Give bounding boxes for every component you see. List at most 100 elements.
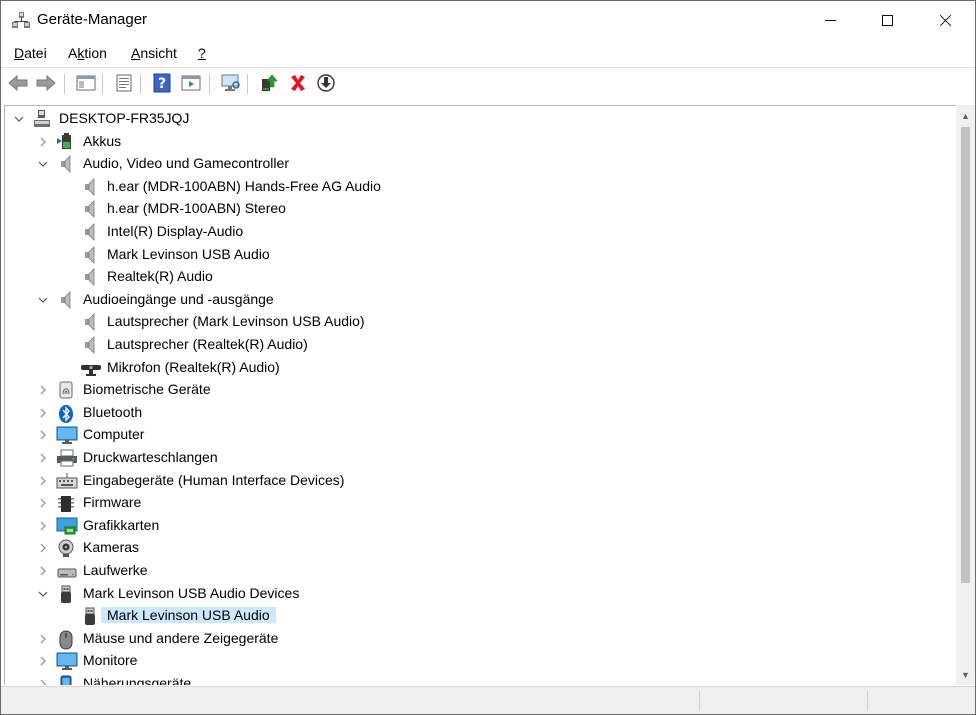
update-driver-icon [259,73,279,96]
speaker-icon [56,290,76,309]
tree-device-item[interactable]: h.ear (MDR-100ABN) Hands-Free AG Audio [5,176,955,198]
tree-category-item[interactable]: Bluetooth [5,402,955,424]
tree-category-item[interactable]: Eingabegeräte (Human Interface Devices) [5,470,955,492]
tree-category-item[interactable]: Kameras [5,537,955,559]
tree-root-item[interactable]: DESKTOP-FR35JQJ [5,108,955,130]
chevron-down-icon[interactable] [37,158,49,170]
tree-category-item[interactable]: Monitore [5,650,955,672]
tree-item-label: Realtek(R) Audio [107,268,213,285]
tree-item-label: DESKTOP-FR35JQJ [59,110,190,126]
tree-category-item[interactable]: Druckwarteschlangen [5,447,955,469]
status-bar [1,686,975,714]
status-divider [867,691,868,711]
usb-icon [80,607,100,626]
disable-device-button[interactable] [314,73,338,95]
keyboard-icon [56,472,78,490]
chevron-right-icon[interactable] [37,136,49,148]
tree-category-item[interactable]: Mark Levinson USB Audio Devices [5,583,955,605]
help-button[interactable]: ? [150,73,174,95]
status-divider [699,691,700,711]
tree-device-item[interactable]: Mark Levinson USB Audio [5,605,955,627]
speaker-icon [80,336,100,354]
toolbar-separator [140,74,141,94]
chevron-right-icon[interactable] [37,452,49,464]
printer-icon [56,449,77,467]
menu-ansicht[interactable]: Ansicht [131,45,177,61]
chevron-down-icon[interactable] [13,113,25,125]
tree-device-item[interactable]: h.ear (MDR-100ABN) Stereo [5,198,955,220]
forward-button[interactable] [34,73,58,95]
tree-item-label: Monitore [83,652,138,669]
tree-device-item[interactable]: Lautsprecher (Realtek(R) Audio) [5,334,955,356]
speaker-icon [80,245,100,264]
bluetooth-icon [56,404,76,423]
tree-category-item[interactable]: Biometrische Geräte [5,379,955,401]
scan-hardware-button[interactable] [219,73,243,95]
chevron-right-icon[interactable] [37,565,49,577]
chevron-right-icon[interactable] [37,542,49,554]
chevron-down-icon[interactable] [37,294,49,306]
chevron-right-icon[interactable] [37,384,49,396]
menu-help[interactable]: ? [198,45,206,61]
usb-icon [56,585,76,603]
action-pane-button[interactable] [179,73,203,95]
tree-item-label: Kameras [83,539,140,556]
maximize-button[interactable] [858,1,916,39]
chevron-right-icon[interactable] [37,475,49,487]
tree-category-item[interactable]: Mäuse und andere Zeigegeräte [5,628,955,650]
tree-category-item[interactable]: Computer [5,424,955,446]
proximity-icon [56,675,76,685]
properties-button[interactable] [112,73,136,95]
tree-category-item[interactable]: Audioeingänge und -ausgänge [5,289,955,311]
disable-device-icon [316,73,336,96]
chevron-right-icon[interactable] [37,655,49,667]
vertical-scrollbar[interactable]: ▲ ▼ [956,105,975,685]
computer-root-icon [32,110,52,128]
scroll-down-button[interactable]: ▼ [956,666,975,683]
menu-datei[interactable]: Datei [14,45,47,61]
chevron-right-icon[interactable] [37,429,49,441]
tree-item-label: Lautsprecher (Mark Levinson USB Audio) [107,313,365,330]
toolbar-separator [209,74,210,94]
battery-icon [56,132,76,151]
tree-category-item[interactable]: Firmware [5,492,955,514]
minimize-button[interactable] [801,1,859,39]
chevron-right-icon[interactable] [37,520,49,532]
tree-device-item[interactable]: Lautsprecher (Mark Levinson USB Audio) [5,311,955,333]
chevron-right-icon[interactable] [37,497,49,509]
menu-aktion[interactable]: Aktion [68,45,107,61]
fingerprint-icon [56,381,76,399]
tree-item-label: Mark Levinson USB Audio [107,245,270,262]
svg-text:?: ? [158,76,166,92]
tree-item-label: Biometrische Geräte [83,381,211,398]
monitor-icon [56,426,78,445]
chevron-right-icon[interactable] [37,633,49,645]
tree-item-label: Audio, Video und Gamecontroller [83,155,289,172]
tree-category-item[interactable]: Laufwerke [5,560,955,582]
tree-item-label: Computer [83,426,145,443]
tree-device-item[interactable]: Mikrofon (Realtek(R) Audio) [5,357,955,379]
show-hide-console-tree-button[interactable] [74,73,98,95]
tree-device-item[interactable]: Mark Levinson USB Audio [5,244,955,266]
chevron-right-icon[interactable] [37,678,49,685]
device-tree[interactable]: DESKTOP-FR35JQJ Akkus Audio, Video und Gam… [4,105,956,685]
title-bar[interactable]: Geräte-Manager [1,1,975,39]
chevron-right-icon[interactable] [37,407,49,419]
tree-device-item[interactable]: Intel(R) Display-Audio [5,221,955,243]
close-button[interactable] [916,1,974,39]
tree-category-item[interactable]: Akkus [5,131,955,153]
tree-item-label: Druckwarteschlangen [83,449,218,465]
back-button[interactable] [6,73,30,95]
scroll-thumb[interactable] [961,127,970,583]
tree-item-label: h.ear (MDR-100ABN) Hands-Free AG Audio [107,177,381,194]
tree-category-item[interactable]: Näherungsgeräte [5,673,955,685]
tree-device-item[interactable]: Realtek(R) Audio [5,266,955,288]
tree-category-item[interactable]: Audio, Video und Gamecontroller [5,153,955,175]
mouse-icon [56,630,76,650]
update-driver-button[interactable] [257,73,281,95]
uninstall-device-button[interactable] [286,73,310,95]
chevron-down-icon[interactable] [37,588,49,600]
scroll-up-button[interactable]: ▲ [956,107,975,124]
tree-category-item[interactable]: Grafikkarten [5,515,955,537]
toolbar: ? [1,67,975,101]
